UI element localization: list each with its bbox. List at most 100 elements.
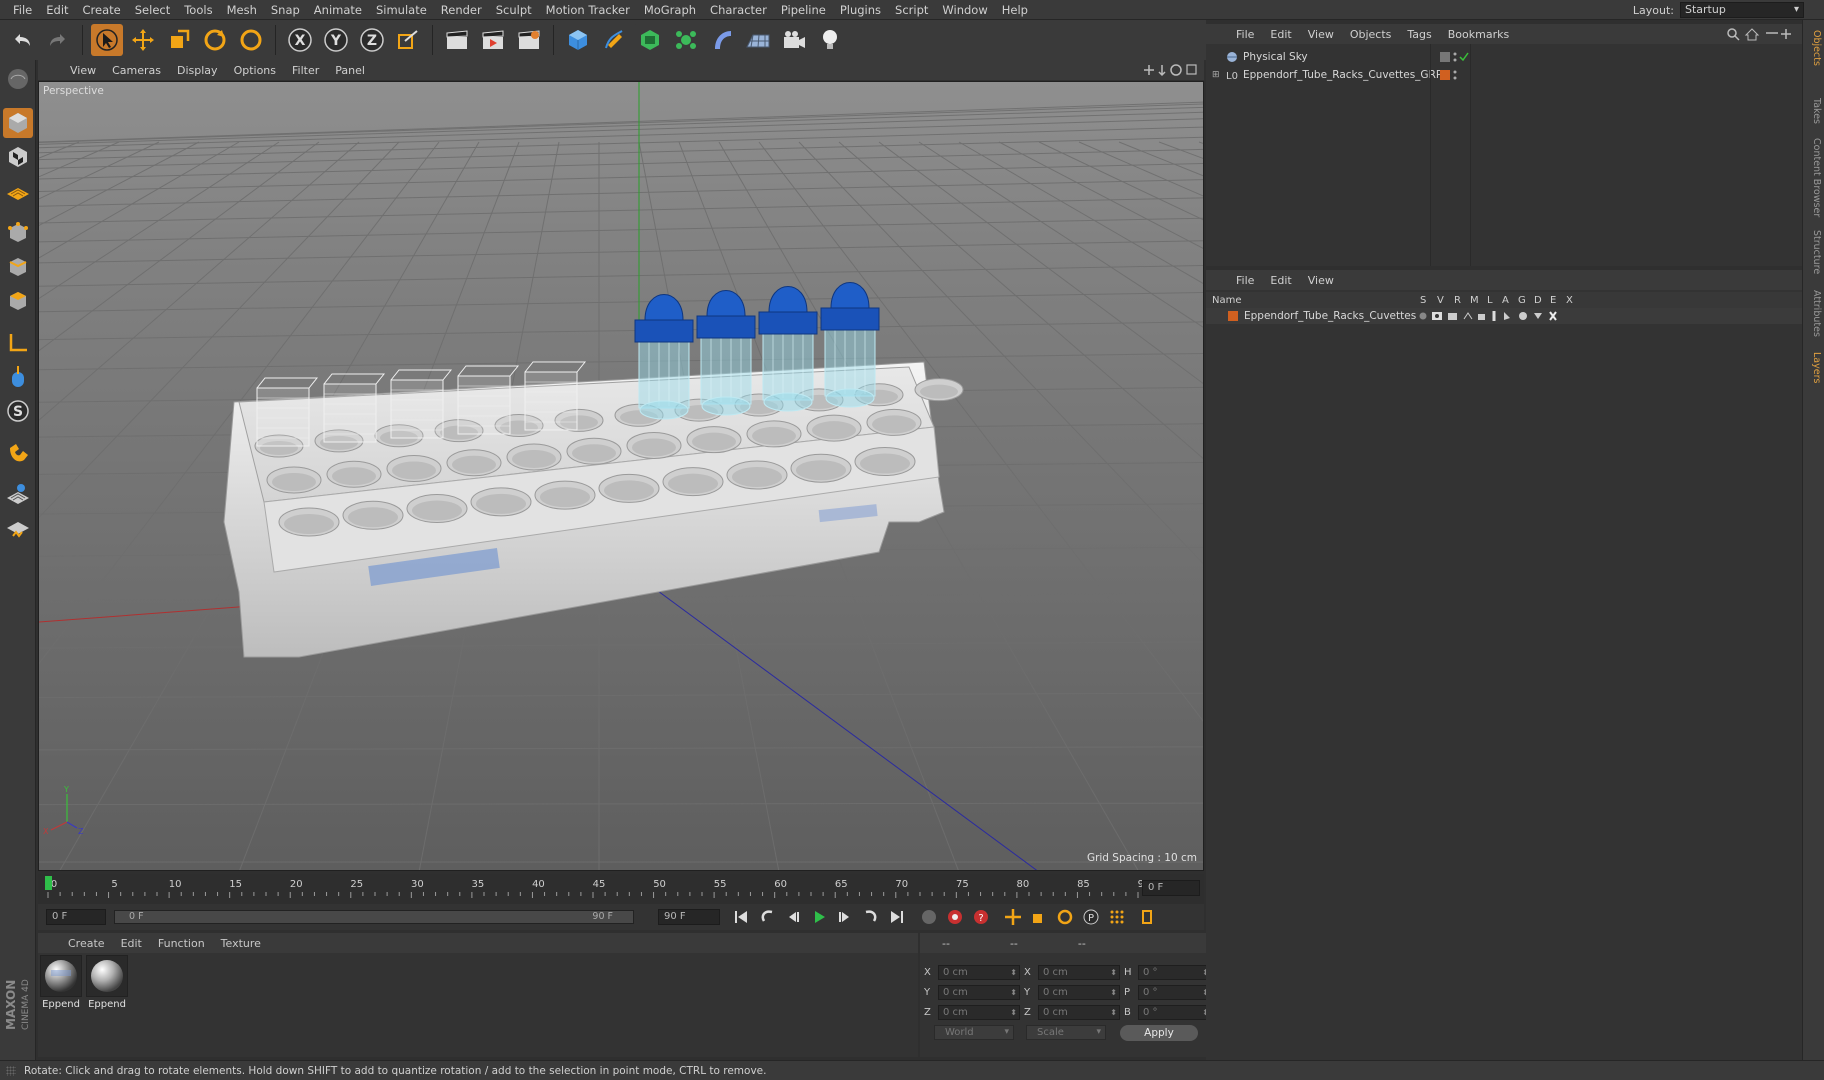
menu-script[interactable]: Script: [888, 3, 935, 17]
light-button[interactable]: [814, 24, 846, 56]
record-keys-button[interactable]: [918, 906, 940, 928]
rotate-button[interactable]: [199, 24, 231, 56]
material-menu-create[interactable]: Create: [60, 937, 113, 950]
expand-icon[interactable]: ⊞: [1212, 70, 1222, 80]
object-menu-bookmarks[interactable]: Bookmarks: [1440, 28, 1517, 41]
texture-mode-button[interactable]: [3, 142, 33, 172]
timeline-window-button[interactable]: [1136, 906, 1158, 928]
material-menu-function[interactable]: Function: [150, 937, 213, 950]
menu-mograph[interactable]: MoGraph: [637, 3, 703, 17]
viewport-menu-display[interactable]: Display: [169, 64, 226, 77]
end-frame-field[interactable]: 90 F: [658, 909, 720, 925]
previous-key-button[interactable]: [756, 906, 778, 928]
make-editable-button[interactable]: [3, 64, 33, 94]
x-axis-button[interactable]: X: [284, 24, 316, 56]
menu-edit[interactable]: Edit: [39, 3, 75, 17]
go-to-end-button[interactable]: [886, 906, 908, 928]
object-flags[interactable]: [1440, 69, 1470, 81]
next-frame-button[interactable]: [834, 906, 856, 928]
floor-button[interactable]: [742, 24, 774, 56]
cloner-button[interactable]: [670, 24, 702, 56]
side-tab-content-browser[interactable]: Content Browser: [1806, 138, 1822, 217]
side-tab-structure[interactable]: Structure: [1806, 230, 1822, 274]
viewport-nav-icons[interactable]: [1142, 63, 1198, 77]
material-menu-edit[interactable]: Edit: [113, 937, 150, 950]
pen-spline-button[interactable]: [598, 24, 630, 56]
key-pla-button[interactable]: [1106, 906, 1128, 928]
redo-button[interactable]: [42, 24, 74, 56]
position-z-field[interactable]: 0 cm: [938, 1005, 1020, 1020]
side-tab-takes[interactable]: Takes: [1806, 98, 1822, 124]
key-position-button[interactable]: [1002, 906, 1024, 928]
size-z-field[interactable]: 0 cm: [1038, 1005, 1120, 1020]
position-y-field[interactable]: 0 cm: [938, 985, 1020, 1000]
menu-animate[interactable]: Animate: [307, 3, 369, 17]
polygons-mode-button[interactable]: [3, 286, 33, 316]
coordinate-space-dropdown[interactable]: World: [934, 1025, 1014, 1040]
menu-create[interactable]: Create: [76, 3, 128, 17]
autokey-button[interactable]: [944, 906, 966, 928]
object-row[interactable]: ⊞ L0 Eppendorf_Tube_Racks_Cuvettes_GRP: [1212, 66, 1792, 84]
menu-simulate[interactable]: Simulate: [369, 3, 434, 17]
planar-workplane-button[interactable]: [3, 514, 33, 544]
position-x-field[interactable]: 0 cm: [938, 965, 1020, 980]
size-mode-dropdown[interactable]: Scale: [1026, 1025, 1106, 1040]
lock-workplane-button[interactable]: [3, 480, 33, 510]
previous-frame-button[interactable]: [782, 906, 804, 928]
layer-color-swatch[interactable]: [1228, 311, 1238, 321]
side-tab-attributes[interactable]: Attributes: [1806, 290, 1822, 337]
viewport-menu-filter[interactable]: Filter: [284, 64, 327, 77]
menu-motion-tracker[interactable]: Motion Tracker: [539, 3, 637, 17]
menu-sculpt[interactable]: Sculpt: [489, 3, 539, 17]
keyframe-selection-button[interactable]: ?: [970, 906, 992, 928]
layout-dropdown[interactable]: Startup: [1680, 2, 1804, 18]
move-button[interactable]: [127, 24, 159, 56]
layer-toggle-icons[interactable]: [1418, 310, 1578, 322]
side-tab-layers[interactable]: Layers: [1806, 352, 1822, 383]
subdivision-button[interactable]: [634, 24, 666, 56]
menu-render[interactable]: Render: [434, 3, 489, 17]
model-mode-button[interactable]: [3, 108, 33, 138]
z-axis-button[interactable]: Z: [356, 24, 388, 56]
rotation-h-field[interactable]: 0 °: [1138, 965, 1212, 980]
viewport-menu-view[interactable]: View: [62, 64, 104, 77]
render-view-button[interactable]: [441, 24, 473, 56]
workplane-mode-button[interactable]: [3, 176, 33, 206]
menu-snap[interactable]: Snap: [264, 3, 307, 17]
magnet-button[interactable]: [3, 438, 33, 468]
object-menu-file[interactable]: File: [1228, 28, 1262, 41]
layer-row[interactable]: Eppendorf_Tube_Racks_Cuvettes: [1206, 308, 1802, 324]
size-y-field[interactable]: 0 cm: [1038, 985, 1120, 1000]
menu-character[interactable]: Character: [703, 3, 774, 17]
object-manager-nav-icons[interactable]: [1726, 27, 1796, 41]
material-menu-texture[interactable]: Texture: [213, 937, 269, 950]
viewport-perspective[interactable]: Y X Z Perspective Grid Spacing : 10 cm: [38, 81, 1204, 871]
material-swatch[interactable]: Eppend: [86, 955, 128, 1013]
y-axis-button[interactable]: Y: [320, 24, 352, 56]
rotation-p-field[interactable]: 0 °: [1138, 985, 1212, 1000]
layer-menu-file[interactable]: File: [1228, 274, 1262, 287]
coordinate-system-button[interactable]: [392, 24, 424, 56]
camera-button[interactable]: [778, 24, 810, 56]
render-settings-button[interactable]: [513, 24, 545, 56]
play-button[interactable]: [808, 906, 830, 928]
viewport-menu-cameras[interactable]: Cameras: [104, 64, 169, 77]
material-swatch[interactable]: Eppend: [40, 955, 82, 1013]
render-to-picture-viewer-button[interactable]: [477, 24, 509, 56]
preview-range-slider[interactable]: 0 F 90 F: [114, 910, 634, 924]
object-flags[interactable]: [1440, 51, 1470, 63]
scale-button[interactable]: [163, 24, 195, 56]
timeline-ruler[interactable]: 051015202530354045505560657075808590 0 F: [38, 874, 1204, 904]
edges-mode-button[interactable]: [3, 252, 33, 282]
key-scale-button[interactable]: [1028, 906, 1050, 928]
key-parameter-button[interactable]: P: [1080, 906, 1102, 928]
side-tab-objects[interactable]: Objects: [1806, 30, 1822, 66]
undo-button[interactable]: [6, 24, 38, 56]
axis-mode-button[interactable]: [3, 328, 33, 358]
deformer-button[interactable]: [706, 24, 738, 56]
menu-select[interactable]: Select: [128, 3, 177, 17]
menu-tools[interactable]: Tools: [177, 3, 219, 17]
menu-help[interactable]: Help: [995, 3, 1035, 17]
tweak-mode-button[interactable]: [3, 362, 33, 392]
object-menu-tags[interactable]: Tags: [1399, 28, 1439, 41]
